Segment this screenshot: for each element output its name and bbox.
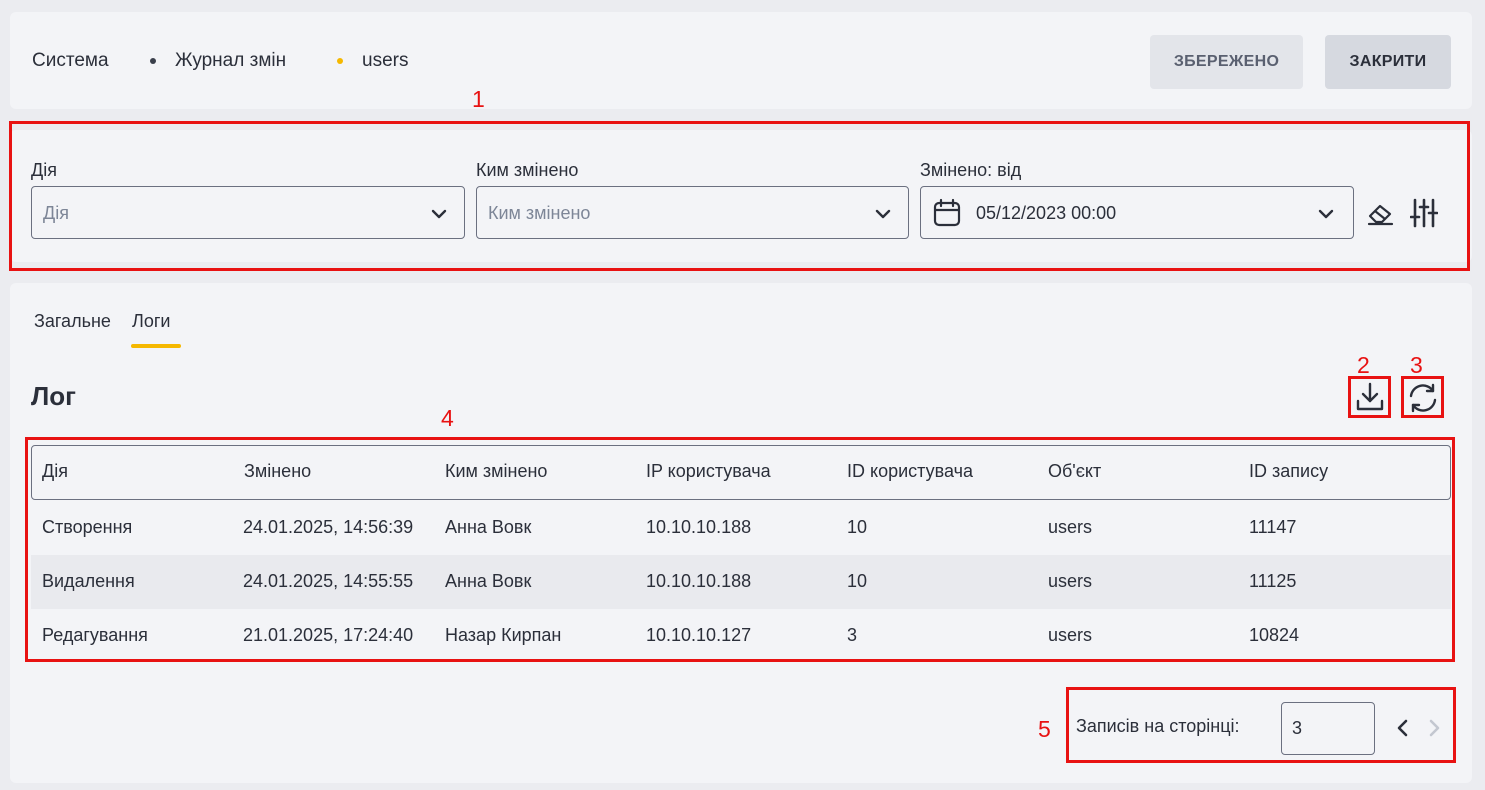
annotation-number-2: 2: [1357, 352, 1370, 378]
tab-general[interactable]: Загальне: [34, 311, 111, 332]
tab-logs[interactable]: Логи: [132, 311, 170, 332]
annotation-box-2: [1348, 376, 1391, 418]
annotation-box-3: [1401, 376, 1444, 418]
saved-button[interactable]: ЗБЕРЕЖЕНО: [1150, 35, 1303, 89]
active-tab-indicator: [131, 344, 181, 348]
breadcrumb-separator: [150, 58, 156, 64]
annotation-number-4: 4: [441, 405, 454, 431]
breadcrumb-separator-active: [337, 58, 343, 64]
annotation-box-5: [1066, 687, 1456, 763]
close-button[interactable]: ЗАКРИТИ: [1325, 35, 1451, 89]
log-title: Лог: [31, 381, 76, 411]
annotation-box-4: [25, 437, 1455, 662]
breadcrumb-item-changelog[interactable]: Журнал змін: [175, 50, 286, 72]
annotation-number-3: 3: [1410, 352, 1423, 378]
annotation-box-1: [9, 121, 1470, 271]
breadcrumb-item-current: users: [362, 50, 409, 71]
breadcrumb-item-system[interactable]: Система: [32, 50, 109, 72]
annotation-number-1: 1: [472, 86, 485, 112]
annotation-number-5: 5: [1038, 716, 1051, 742]
